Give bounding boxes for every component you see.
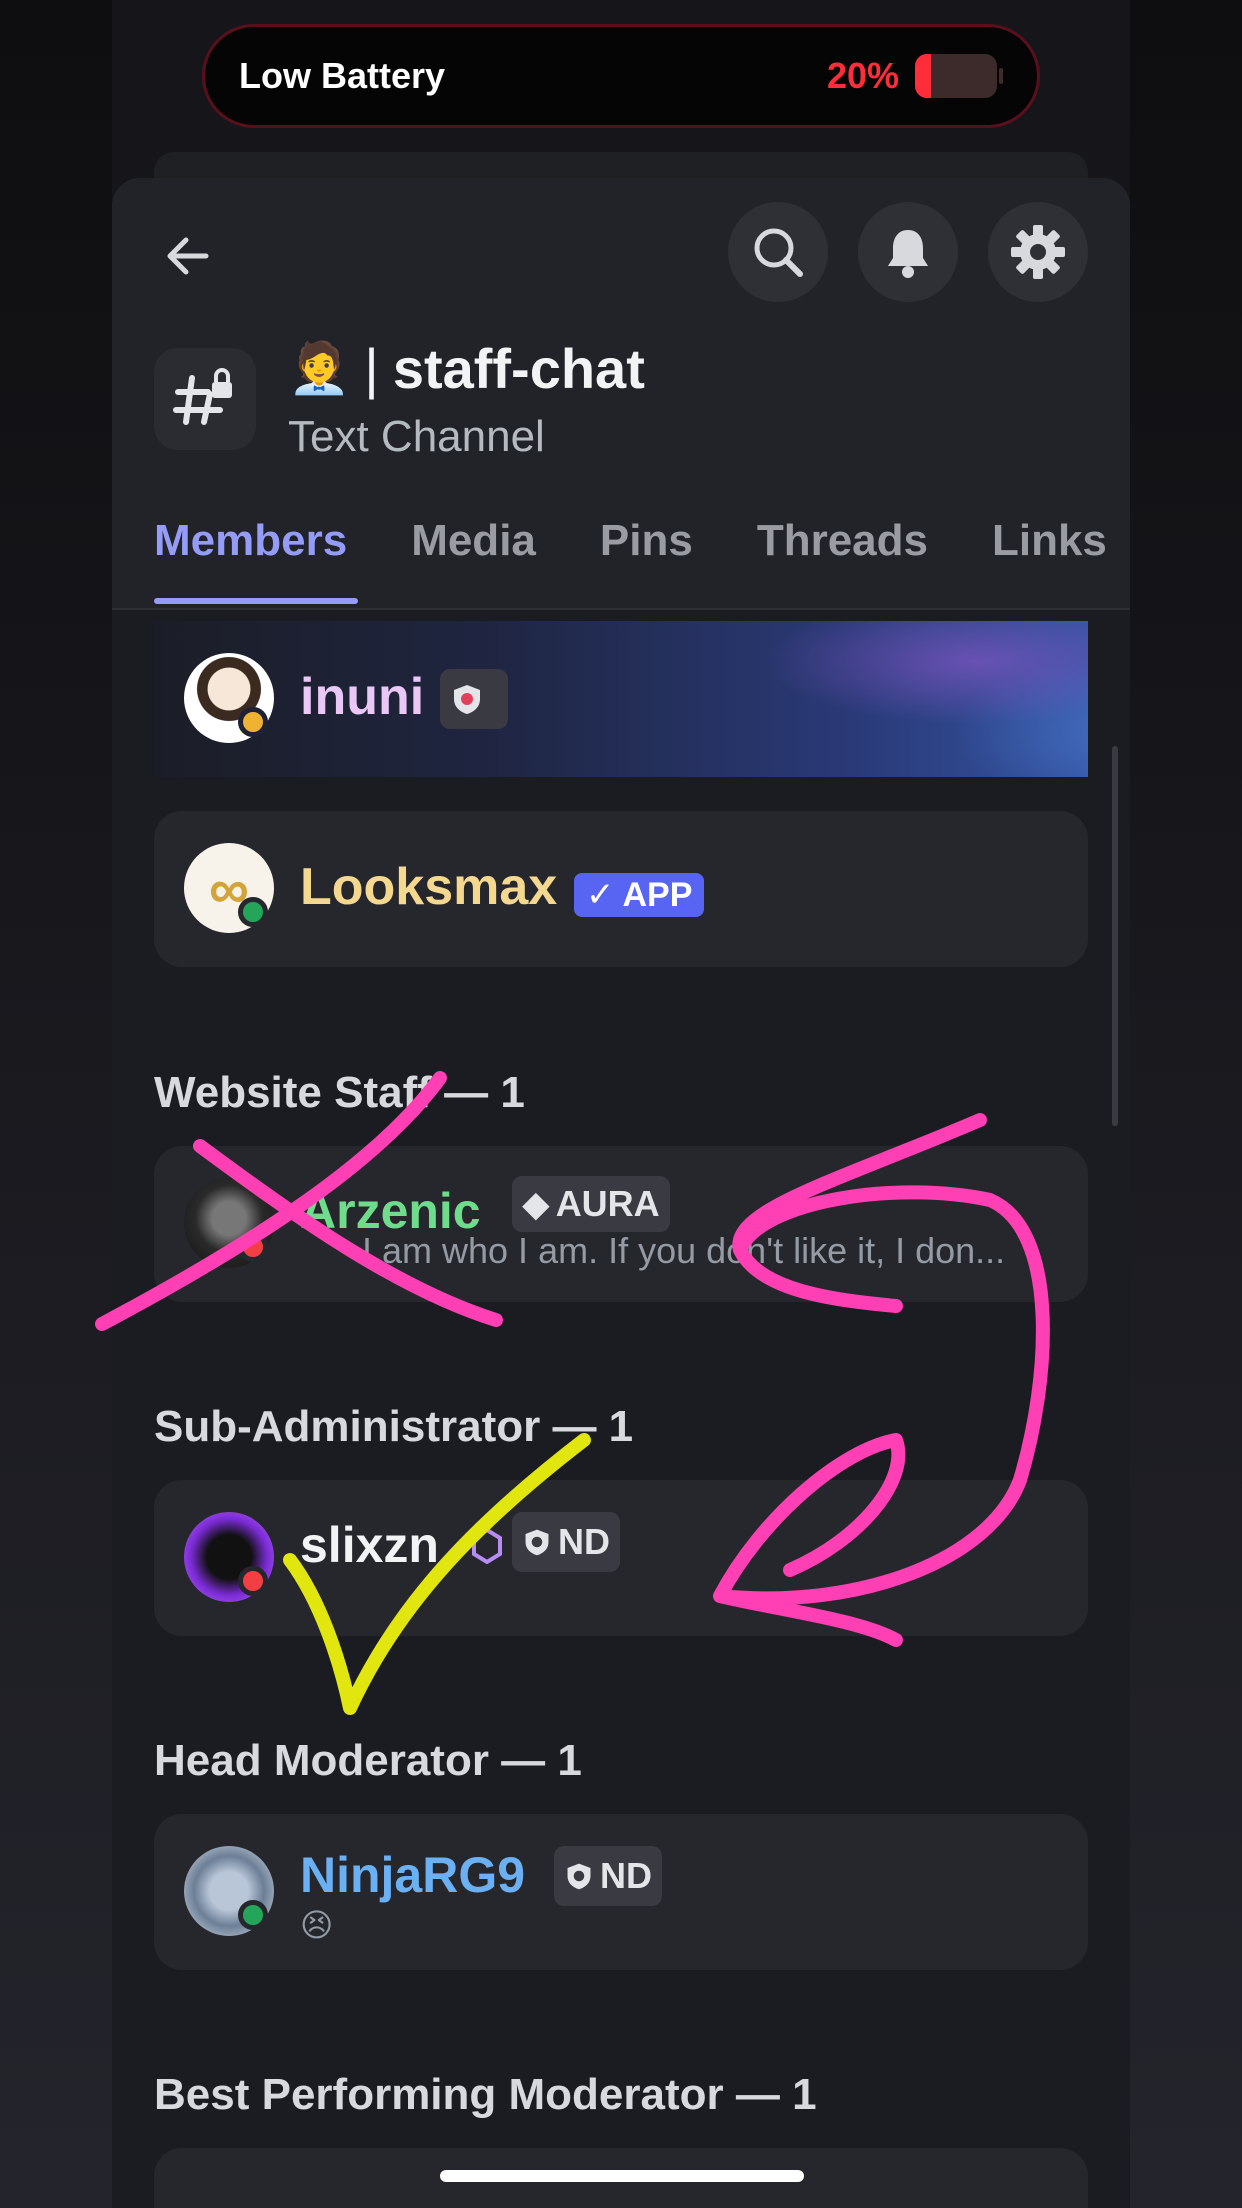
online-status-icon	[238, 897, 268, 927]
settings-button[interactable]	[988, 202, 1088, 302]
channel-type: Text Channel	[288, 412, 545, 461]
gear-icon	[1011, 225, 1065, 279]
channel-info-sheet: 🧑‍💼 | staff-chat Text Channel Members Me…	[112, 178, 1130, 2208]
custom-status: I am who I am. If you don't like it, I d…	[362, 1230, 1006, 1271]
low-battery-banner: Low Battery 20%	[202, 24, 1040, 128]
boost-icon	[472, 1528, 502, 1564]
shield-icon	[525, 1529, 549, 1556]
guild-tag-label: AURA	[555, 1183, 660, 1224]
checkmark-icon: ✓	[586, 876, 615, 914]
battery-percent: 20%	[826, 55, 899, 96]
shield-icon	[567, 1863, 591, 1890]
tab-bar: Members Media Pins Threads Links	[154, 508, 1130, 608]
app-badge: ✓ APP	[574, 873, 705, 917]
channel-title: 🧑‍💼 | staff-chat	[288, 336, 645, 401]
guild-tag-label: ND	[600, 1855, 652, 1896]
battery-icon	[915, 54, 1003, 98]
channel-separator: |	[364, 337, 379, 400]
notifications-button[interactable]	[858, 202, 958, 302]
tab-links[interactable]: Links	[992, 508, 1107, 608]
dnd-status-icon	[238, 1232, 268, 1262]
home-indicator[interactable]	[440, 2170, 804, 2182]
guild-tag: ◆ AURA	[512, 1176, 670, 1232]
tab-threads[interactable]: Threads	[757, 508, 928, 608]
section-title: Best Performing Moderator — 1	[154, 2070, 817, 2119]
tab-members[interactable]: Members	[154, 508, 347, 608]
guild-tag: ND	[554, 1846, 662, 1906]
search-icon	[754, 228, 803, 277]
tab-media[interactable]: Media	[411, 508, 536, 608]
member-name: inuni	[300, 668, 425, 726]
member-name: NinjaRG9	[300, 1847, 526, 1903]
app-badge-label: APP	[622, 875, 693, 914]
section-title: Sub-Administrator — 1	[154, 1402, 634, 1451]
member-name: Looksmax	[300, 858, 558, 916]
status-emoji: 😣	[300, 1907, 334, 1943]
section-title: Head Moderator — 1	[154, 1736, 582, 1785]
channel-emoji: 🧑‍💼	[288, 340, 351, 396]
member-row-looksmax[interactable]: ∞ Looksmax ✓ APP	[154, 811, 1088, 967]
back-button[interactable]	[148, 216, 228, 296]
locked-channel-icon	[154, 348, 256, 450]
search-button[interactable]	[728, 202, 828, 302]
guild-tag: ND	[512, 1512, 620, 1572]
scrollbar[interactable]	[1112, 746, 1118, 1126]
left-backdrop	[0, 0, 112, 2208]
battery-label: Low Battery	[239, 55, 446, 96]
member-name: slixzn	[300, 1517, 439, 1573]
online-status-icon	[238, 1900, 268, 1930]
section-title: Website Staff — 1	[154, 1068, 525, 1117]
channel-name: staff-chat	[392, 337, 645, 400]
diamond-icon: ◆	[522, 1183, 550, 1224]
bell-icon	[888, 230, 928, 278]
dnd-status-icon	[238, 1566, 268, 1596]
member-row-slixzn[interactable]: slixzn ND	[154, 1480, 1088, 1636]
member-row-inuni[interactable]: inuni	[154, 621, 1088, 777]
tabs-divider	[112, 608, 1130, 610]
member-row-arzenic[interactable]: Arzenic ◆ AURA I am who I am. If you don…	[154, 1146, 1088, 1302]
guild-tag-label: ND	[558, 1521, 610, 1562]
guild-tag	[440, 669, 508, 729]
shield-icon	[454, 685, 480, 714]
active-tab-indicator	[154, 598, 358, 604]
idle-status-icon	[238, 707, 268, 737]
right-backdrop	[1130, 0, 1242, 2208]
back-icon	[167, 237, 209, 275]
member-row-ninjarg9[interactable]: NinjaRG9 ND 😣	[154, 1814, 1088, 1970]
tab-pins[interactable]: Pins	[600, 508, 693, 608]
